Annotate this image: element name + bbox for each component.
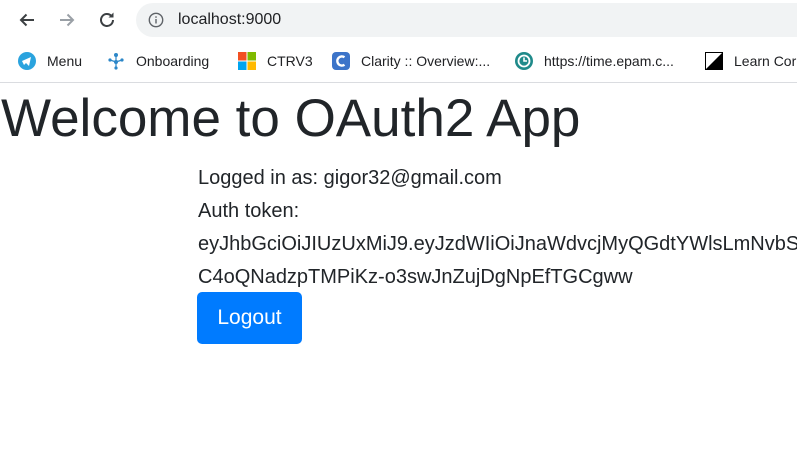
arrow-left-icon (19, 13, 34, 27)
bookmark-label: Clarity :: Overview:... (361, 53, 491, 69)
clock-icon (515, 52, 533, 70)
page-content: Welcome to OAuth2 App Logged in as: gigo… (0, 83, 797, 461)
browser-toolbar: localhost:9000 (0, 0, 797, 40)
network-icon (108, 53, 124, 70)
clarity-icon (332, 52, 350, 70)
telegram-icon (18, 52, 36, 70)
forward-button[interactable] (53, 6, 81, 34)
bookmark-clarity[interactable]: Clarity :: Overview:... (332, 50, 490, 72)
bookmark-label: Menu (47, 53, 83, 69)
bookmark-learn[interactable]: Learn Cor (705, 50, 796, 72)
bookmark-label: Learn Cor (734, 53, 797, 69)
bookmark-label: Onboarding (136, 53, 210, 69)
url-text: localhost:9000 (178, 11, 282, 28)
bookmark-ctrv3[interactable]: CTRV3 (238, 50, 313, 72)
bookmarks-bar: Menu Onboarding CTRV3 Clarity :: Overvie… (0, 40, 797, 83)
address-bar[interactable]: localhost:9000 (136, 3, 797, 37)
page-title: Welcome to OAuth2 App (1, 89, 581, 148)
logout-button[interactable]: Logout (197, 292, 302, 344)
reload-icon (100, 12, 114, 27)
windows-icon (238, 52, 256, 70)
bookmark-label: CTRV3 (267, 53, 313, 69)
auth-token-line-2: C4oQNadzpTMPiKz-o3swJnZujDgNpEfTGCgww (198, 266, 633, 288)
bookmark-onboarding[interactable]: Onboarding (107, 50, 209, 72)
bookmark-time-epam[interactable]: https://time.epam.c... (515, 50, 674, 72)
auth-token-line-1: eyJhbGciOiJIUzUxMiJ9.eyJzdWIiOiJnaWdvcjM… (198, 233, 797, 255)
logged-in-text: Logged in as: gigor32@gmail.com (198, 167, 502, 189)
bookmark-label: https://time.epam.c... (544, 53, 674, 69)
learn-icon (705, 52, 723, 70)
reload-button[interactable] (93, 6, 121, 34)
info-icon (148, 12, 164, 28)
auth-token-label: Auth token: (198, 200, 300, 222)
back-button[interactable] (13, 6, 41, 34)
bookmark-menu[interactable]: Menu (18, 50, 82, 72)
arrow-right-icon (60, 13, 75, 27)
